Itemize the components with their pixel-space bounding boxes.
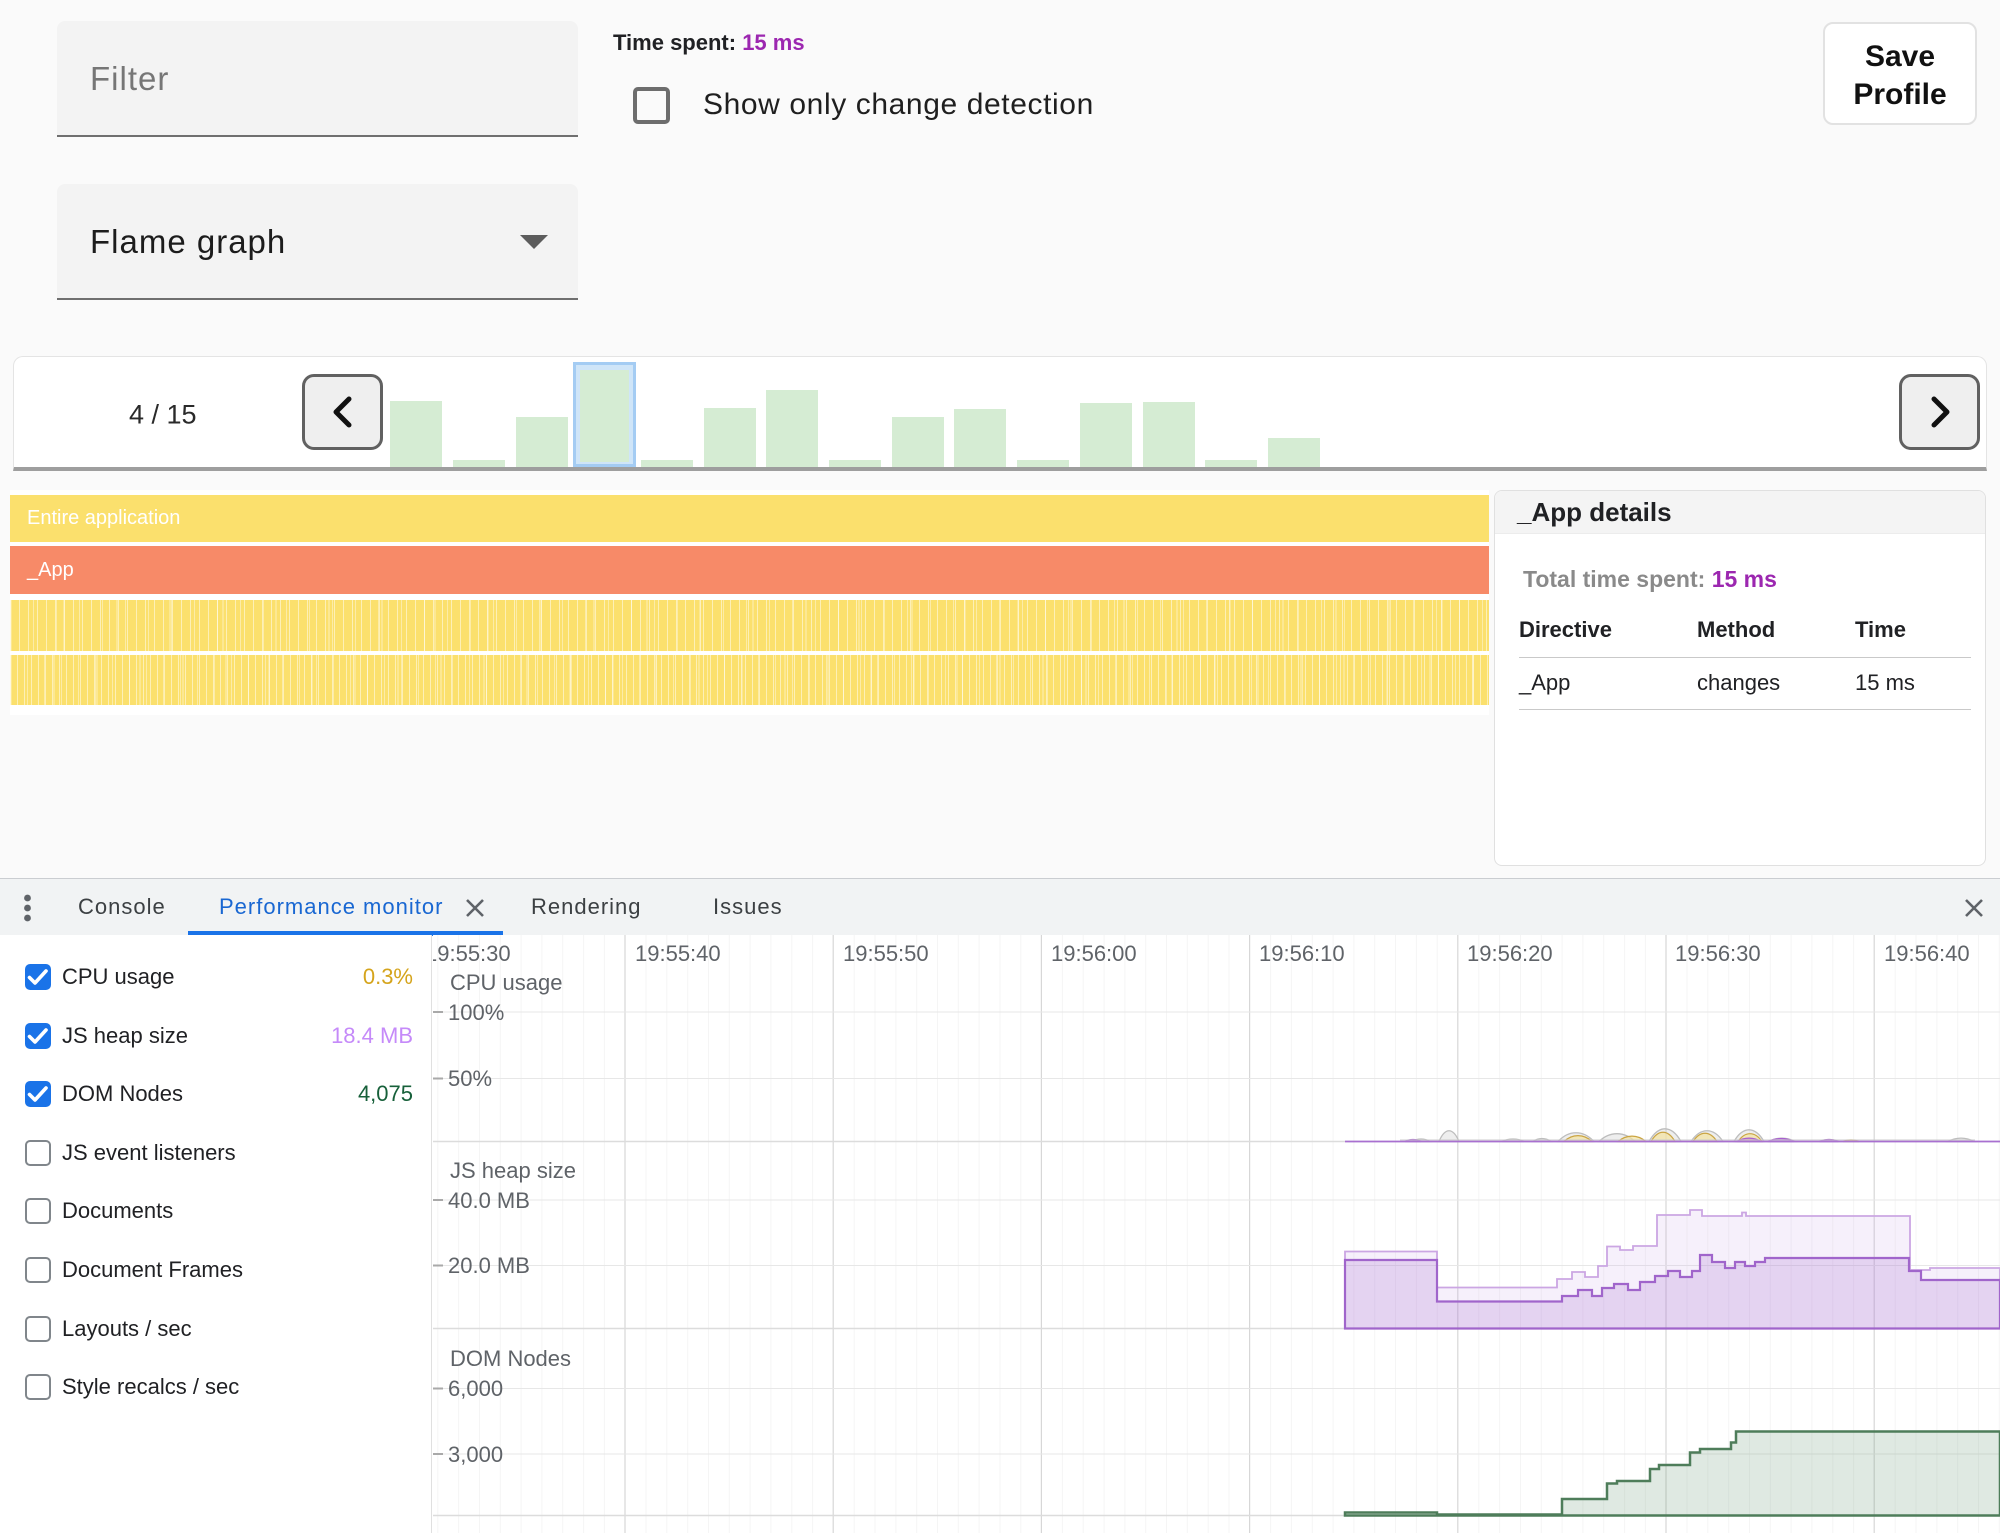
svg-text:CPU usage: CPU usage [450,970,563,995]
svg-text:JS heap size: JS heap size [450,1158,576,1183]
svg-text:3,000: 3,000 [448,1442,503,1467]
svg-text:40.0 MB: 40.0 MB [448,1188,530,1213]
svg-text:19:56:20: 19:56:20 [1467,941,1553,966]
svg-text:20.0 MB: 20.0 MB [448,1253,530,1278]
svg-text:6,000: 6,000 [448,1376,503,1401]
svg-text:19:56:40: 19:56:40 [1884,941,1970,966]
svg-text:19:55:30: 19:55:30 [433,941,511,966]
svg-text:50%: 50% [448,1066,492,1091]
svg-text:19:55:40: 19:55:40 [635,941,721,966]
svg-text:DOM Nodes: DOM Nodes [450,1346,571,1371]
svg-text:19:56:10: 19:56:10 [1259,941,1345,966]
svg-text:19:56:30: 19:56:30 [1675,941,1761,966]
svg-text:19:56:00: 19:56:00 [1051,941,1137,966]
svg-text:100%: 100% [448,1000,504,1025]
svg-text:19:55:50: 19:55:50 [843,941,929,966]
